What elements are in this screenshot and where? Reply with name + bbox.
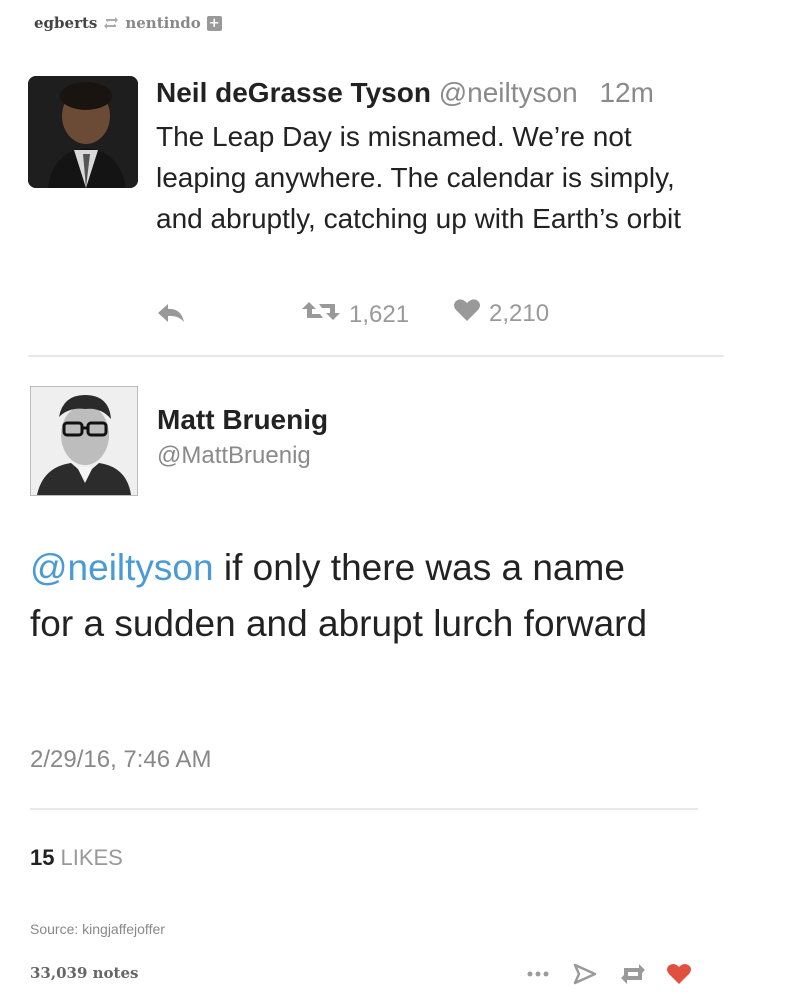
like-count: 2,210 (489, 299, 550, 327)
tweet-text: The Leap Day is misnamed. We’re not leap… (156, 121, 682, 234)
source-username[interactable]: nentindo (125, 14, 200, 32)
retweet-action[interactable]: 1,621 (301, 298, 409, 331)
post-actions (524, 960, 694, 990)
likes-count[interactable]: 15 LIKES (30, 845, 123, 871)
tweet-text: @neiltyson if only there was a name for … (30, 540, 670, 652)
tweet-body: Neil deGrasse Tyson @neiltyson 12m The L… (156, 76, 716, 239)
likes-label: LIKES (60, 845, 123, 870)
reblog-icon (103, 16, 119, 30)
share-icon[interactable] (570, 960, 600, 988)
timestamp[interactable]: 12m (599, 77, 653, 108)
avatar (30, 386, 138, 496)
divider (28, 355, 724, 357)
tweet-ndt: Neil deGrasse Tyson @neiltyson 12m The L… (28, 76, 728, 356)
more-icon[interactable] (524, 960, 552, 988)
display-name[interactable]: Neil deGrasse Tyson (156, 77, 431, 108)
tweet-actions: 1,621 2,210 (156, 298, 716, 334)
likes-number: 15 (30, 845, 55, 870)
like-icon[interactable] (664, 960, 694, 988)
reblog-header: egberts nentindo + (34, 14, 222, 32)
reply-icon[interactable] (156, 302, 186, 331)
handle[interactable]: @MattBruenig (157, 442, 311, 470)
plus-icon[interactable]: + (206, 15, 222, 31)
avatar (28, 76, 138, 188)
reblogger-username[interactable]: egberts (34, 14, 97, 32)
tweet-date[interactable]: 2/29/16, 7:46 AM (30, 746, 211, 774)
display-name[interactable]: Matt Bruenig (157, 404, 328, 436)
like-action[interactable]: 2,210 (453, 298, 549, 329)
tweet-header: Neil deGrasse Tyson @neiltyson 12m (156, 76, 716, 110)
handle[interactable]: @neiltyson (439, 77, 578, 108)
reblog-icon[interactable] (618, 960, 648, 988)
notes-count[interactable]: 33,039 notes (30, 964, 138, 982)
mention-link[interactable]: @neiltyson (30, 547, 214, 588)
retweet-count: 1,621 (349, 300, 410, 328)
heart-icon (453, 298, 481, 329)
divider (30, 808, 698, 810)
tumblr-post: egberts nentindo + Neil deGrasse Tyson @… (0, 0, 800, 1000)
retweet-icon (301, 298, 341, 331)
source-link[interactable]: Source: kingjaffejoffer (30, 921, 165, 937)
